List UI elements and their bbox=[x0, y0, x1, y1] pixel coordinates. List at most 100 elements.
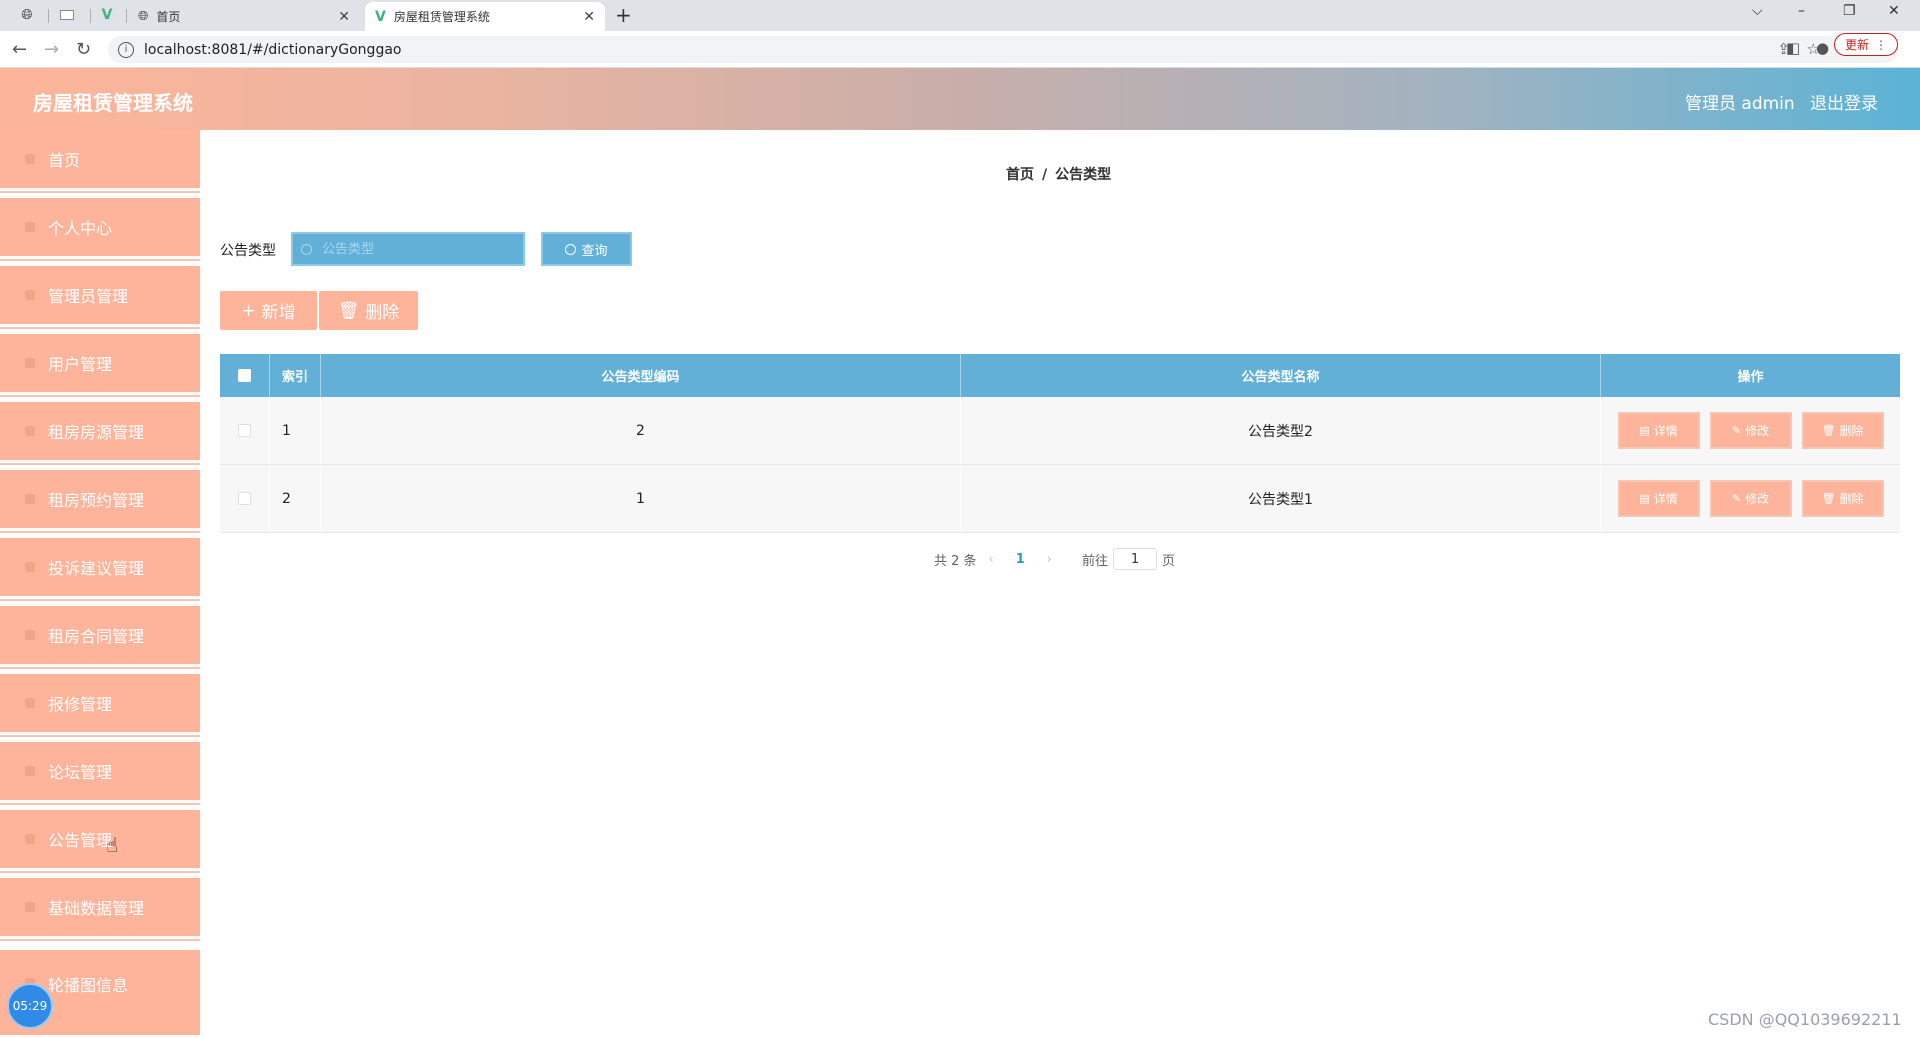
recording-timer-badge: 05:29 bbox=[7, 983, 53, 1029]
add-button[interactable]: + 新增 bbox=[220, 291, 317, 330]
row-checkbox[interactable] bbox=[238, 424, 251, 437]
row-checkbox[interactable] bbox=[238, 492, 251, 505]
page-suffix: 页 bbox=[1162, 553, 1176, 569]
sidebar-item-complaints[interactable]: 投诉建议管理 bbox=[0, 538, 200, 599]
sidebar-item-label: 管理员管理 bbox=[48, 287, 129, 306]
wrench-icon bbox=[25, 698, 35, 708]
table-row: 2 1 公告类型1 ▤ 详情 ✎ 修改 🗑︎ 删除 bbox=[220, 465, 1900, 533]
query-button[interactable]: 查询 bbox=[541, 232, 632, 266]
edit-button[interactable]: ✎ 修改 bbox=[1709, 412, 1792, 449]
search-icon bbox=[301, 243, 312, 255]
header-index: 索引 bbox=[270, 354, 321, 397]
side-panel-icon[interactable]: ◧ bbox=[1786, 39, 1800, 57]
update-button[interactable]: 更新 ⋮ bbox=[1833, 33, 1898, 56]
feedback-icon bbox=[25, 562, 35, 572]
batch-delete-button[interactable]: 🗑︎ 删除 bbox=[319, 291, 418, 330]
sidebar-item-home[interactable]: 首页 bbox=[0, 130, 200, 191]
forward-icon[interactable]: → bbox=[44, 39, 59, 60]
tab-home[interactable]: 🌐︎ 首页 ✕ bbox=[128, 2, 360, 31]
home-icon bbox=[25, 154, 35, 164]
sidebar-item-bookings[interactable]: 租房预约管理 bbox=[0, 470, 200, 531]
search-field[interactable] bbox=[291, 232, 525, 266]
cell-ops: ▤ 详情 ✎ 修改 🗑︎ 删除 bbox=[1601, 465, 1900, 532]
sidebar-item-contracts[interactable]: 租房合同管理 bbox=[0, 606, 200, 667]
delete-button[interactable]: 🗑︎ 删除 bbox=[1801, 412, 1884, 449]
breadcrumb-home[interactable]: 首页 bbox=[1006, 167, 1034, 183]
sidebar-item-announcements[interactable]: 公告管理 bbox=[0, 810, 200, 871]
sidebar-item-admins[interactable]: 管理员管理 bbox=[0, 266, 200, 327]
tab-search-icon[interactable]: ⌵ bbox=[1752, 3, 1763, 19]
forum-icon bbox=[25, 766, 35, 776]
more-menu-icon: ⋮ bbox=[1875, 37, 1887, 52]
pagination: 共 2 条 ‹ 1 › 前往 1 页 bbox=[934, 548, 1175, 570]
info-icon[interactable]: i bbox=[118, 41, 134, 58]
pointer-cursor-icon: ☝ bbox=[106, 833, 119, 857]
edit-label: 修改 bbox=[1745, 424, 1770, 438]
pinned-tab-globe[interactable]: 🌐︎ bbox=[16, 4, 38, 26]
minimize-icon[interactable]: – bbox=[1798, 3, 1805, 19]
url-text: localhost:8081/#/dictionaryGonggao bbox=[144, 41, 402, 58]
sidebar-item-forum[interactable]: 论坛管理 bbox=[0, 742, 200, 803]
back-icon[interactable]: ← bbox=[12, 39, 27, 60]
sidebar-item-label: 租房房源管理 bbox=[48, 423, 145, 442]
prev-page-icon[interactable]: ‹ bbox=[989, 552, 994, 567]
trash-icon: 🗑︎ bbox=[1821, 424, 1836, 437]
header-ops: 操作 bbox=[1737, 370, 1764, 385]
page-number-current[interactable]: 1 bbox=[1016, 552, 1025, 567]
row-select[interactable] bbox=[220, 465, 270, 532]
contract-icon bbox=[25, 630, 35, 640]
tab-rental-system[interactable]: V 房屋租赁管理系统 ✕ bbox=[365, 2, 605, 31]
new-tab-button[interactable]: + bbox=[615, 3, 632, 27]
query-button-label: 查询 bbox=[581, 243, 608, 259]
tab-separator bbox=[90, 9, 91, 23]
trash-icon: 🗑︎ bbox=[337, 300, 360, 321]
sidebar-item-profile[interactable]: 个人中心 bbox=[0, 198, 200, 259]
breadcrumb-separator: / bbox=[1042, 167, 1048, 183]
watermark: CSDN @QQ1039692211 bbox=[1708, 1010, 1902, 1029]
user-icon bbox=[25, 222, 35, 232]
pinned-tab-vue[interactable]: V bbox=[96, 4, 118, 26]
detail-button[interactable]: ▤ 详情 bbox=[1617, 480, 1700, 517]
profile-icon[interactable]: ● bbox=[1816, 39, 1829, 57]
goto-page-input[interactable]: 1 bbox=[1113, 548, 1158, 570]
tab-close-icon[interactable]: ✕ bbox=[338, 9, 350, 25]
restore-icon[interactable]: ❐ bbox=[1843, 3, 1856, 19]
table-header: 索引 公告类型编码 公告类型名称 操作 bbox=[220, 354, 1900, 397]
close-window-icon[interactable]: ✕ bbox=[1888, 3, 1900, 19]
search-input[interactable] bbox=[322, 241, 502, 257]
row-select[interactable] bbox=[220, 397, 270, 464]
tab-separator bbox=[126, 9, 127, 23]
header-select-all[interactable] bbox=[220, 354, 270, 397]
tab-close-icon[interactable]: ✕ bbox=[583, 9, 595, 25]
header-code: 公告类型编码 bbox=[321, 354, 961, 397]
plus-icon: + bbox=[241, 300, 256, 321]
delete-button-label: 删除 bbox=[365, 303, 400, 323]
sidebar-item-users[interactable]: 用户管理 bbox=[0, 334, 200, 395]
sidebar-item-label: 轮播图信息 bbox=[48, 976, 129, 995]
detail-button[interactable]: ▤ 详情 bbox=[1617, 412, 1700, 449]
sidebar-item-label: 论坛管理 bbox=[48, 763, 113, 782]
cell-ops: ▤ 详情 ✎ 修改 🗑︎ 删除 bbox=[1601, 397, 1900, 464]
document-icon: ▤ bbox=[1639, 424, 1650, 437]
select-all-checkbox[interactable] bbox=[238, 369, 251, 382]
pinned-tab-blank[interactable] bbox=[56, 4, 78, 26]
sidebar-item-base-data[interactable]: 基础数据管理 bbox=[0, 878, 200, 939]
data-table: 索引 公告类型编码 公告类型名称 操作 1 2 公告类型2 ▤ 详情 ✎ 修改 🗑︎… bbox=[220, 354, 1900, 533]
vue-logo-icon: V bbox=[101, 7, 113, 23]
document-icon: ▤ bbox=[1639, 492, 1650, 505]
reload-icon[interactable]: ↻ bbox=[76, 39, 91, 60]
detail-label: 详情 bbox=[1653, 492, 1678, 506]
next-page-icon[interactable]: › bbox=[1047, 552, 1052, 567]
edit-button[interactable]: ✎ 修改 bbox=[1709, 480, 1792, 517]
delete-label: 删除 bbox=[1839, 424, 1864, 438]
sidebar-item-listings[interactable]: 租房房源管理 bbox=[0, 402, 200, 463]
add-button-label: 新增 bbox=[261, 303, 296, 323]
logout-link[interactable]: 退出登录 bbox=[1810, 89, 1878, 114]
globe-icon: 🌐︎ bbox=[21, 7, 33, 23]
sidebar-item-label: 报修管理 bbox=[48, 695, 113, 714]
house-icon bbox=[25, 426, 35, 436]
delete-button[interactable]: 🗑︎ 删除 bbox=[1801, 480, 1884, 517]
table-row: 1 2 公告类型2 ▤ 详情 ✎ 修改 🗑︎ 删除 bbox=[220, 397, 1900, 465]
address-bar[interactable]: i localhost:8081/#/dictionaryGonggao ⇪ ☆ bbox=[108, 36, 1898, 63]
sidebar-item-repairs[interactable]: 报修管理 bbox=[0, 674, 200, 735]
